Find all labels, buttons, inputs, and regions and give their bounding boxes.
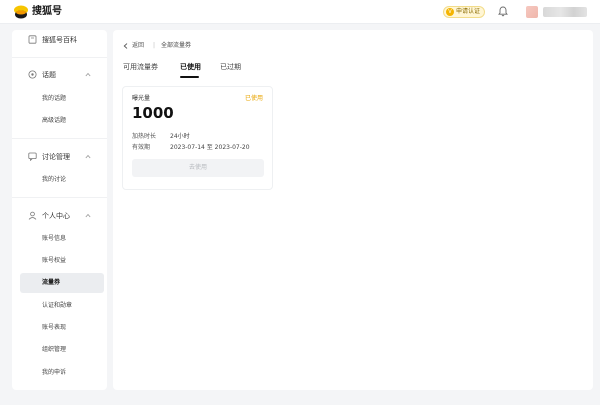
sidebar-item-my-topics[interactable]: 我的话题	[20, 89, 104, 109]
section-label: 个人中心	[42, 212, 70, 220]
main-panel: 返回 | 全部流量券 可用流量券 已使用 已过期 曝光量 已使用 1000 加热…	[113, 30, 593, 390]
sidebar-item-account-info[interactable]: 账号信息	[20, 229, 104, 249]
divider	[12, 57, 107, 58]
chevron-up-icon	[85, 154, 91, 159]
coupon-status-badge: 已使用	[244, 95, 263, 102]
sohu-logo-icon[interactable]	[13, 5, 29, 19]
brand-name[interactable]: 搜狐号	[32, 5, 62, 19]
avatar[interactable]	[526, 6, 538, 18]
book-icon	[28, 35, 37, 44]
duration-label: 加热时长	[132, 133, 157, 140]
active-tab-indicator	[180, 76, 199, 78]
apply-certification-button[interactable]: V 申请认证	[443, 6, 485, 18]
bell-icon[interactable]	[498, 6, 508, 17]
back-link[interactable]: 返回	[132, 41, 144, 51]
sidebar-item-account-rights[interactable]: 账号权益	[20, 251, 104, 271]
divider	[12, 197, 107, 198]
sidebar-item-organization[interactable]: 组织管理	[20, 340, 104, 360]
v-badge-icon: V	[446, 8, 454, 16]
sidebar-section-personal-center[interactable]: 个人中心	[12, 206, 107, 226]
sidebar-item-my-discussions[interactable]: 我的讨论	[20, 170, 104, 190]
validity-label: 有效期	[132, 144, 151, 151]
certify-label: 申请认证	[456, 8, 481, 15]
sidebar-section-discussions[interactable]: 讨论管理	[12, 147, 107, 167]
validity-value: 2023-07-14 至 2023-07-20	[170, 144, 250, 151]
use-coupon-button[interactable]: 去使用	[132, 159, 264, 177]
breadcrumb-current: 全部流量券	[161, 42, 192, 49]
section-label: 话题	[42, 71, 56, 79]
top-bar: 搜狐号 V 申请认证	[0, 0, 600, 24]
sidebar-item-certification[interactable]: 认证和勋章	[20, 296, 104, 316]
sidebar-section-topics[interactable]: 话题	[12, 65, 107, 85]
coupon-duration-row: 加热时长 24小时	[132, 131, 190, 140]
topic-icon	[28, 70, 37, 79]
user-icon	[28, 211, 37, 220]
sidebar-item-my-appeals[interactable]: 我的申诉	[20, 363, 104, 383]
tab-used[interactable]: 已使用	[180, 61, 201, 73]
tab-available[interactable]: 可用流量券	[123, 61, 158, 73]
discussion-icon	[28, 152, 37, 161]
breadcrumb-separator: |	[153, 42, 156, 49]
sidebar: 搜狐号百科 话题 我的话题 高级话题 讨论管理 我的讨论 个人中心 账号信息 账…	[12, 30, 107, 390]
section-label: 讨论管理	[42, 153, 70, 161]
sidebar-item-account-performance[interactable]: 账号表现	[20, 318, 104, 338]
chevron-up-icon	[85, 72, 91, 77]
coupon-validity-row: 有效期 2023-07-14 至 2023-07-20	[132, 142, 250, 151]
tab-expired[interactable]: 已过期	[220, 61, 241, 73]
sidebar-item-wiki[interactable]: 搜狐号百科	[12, 30, 107, 50]
duration-value: 24小时	[170, 133, 190, 140]
chevron-left-icon[interactable]	[123, 43, 128, 49]
username-blurred[interactable]	[543, 7, 587, 17]
coupon-card: 曝光量 已使用 1000 加热时长 24小时 有效期 2023-07-14 至 20…	[122, 86, 273, 190]
sidebar-item-traffic-coupons[interactable]: 流量券	[20, 273, 104, 293]
coupon-kind: 曝光量	[132, 95, 151, 102]
sidebar-item-advanced-topics[interactable]: 高级话题	[20, 111, 104, 131]
sidebar-item-label: 搜狐号百科	[42, 36, 77, 44]
chevron-up-icon	[85, 213, 91, 218]
divider	[12, 138, 107, 139]
coupon-amount: 1000	[132, 104, 174, 122]
